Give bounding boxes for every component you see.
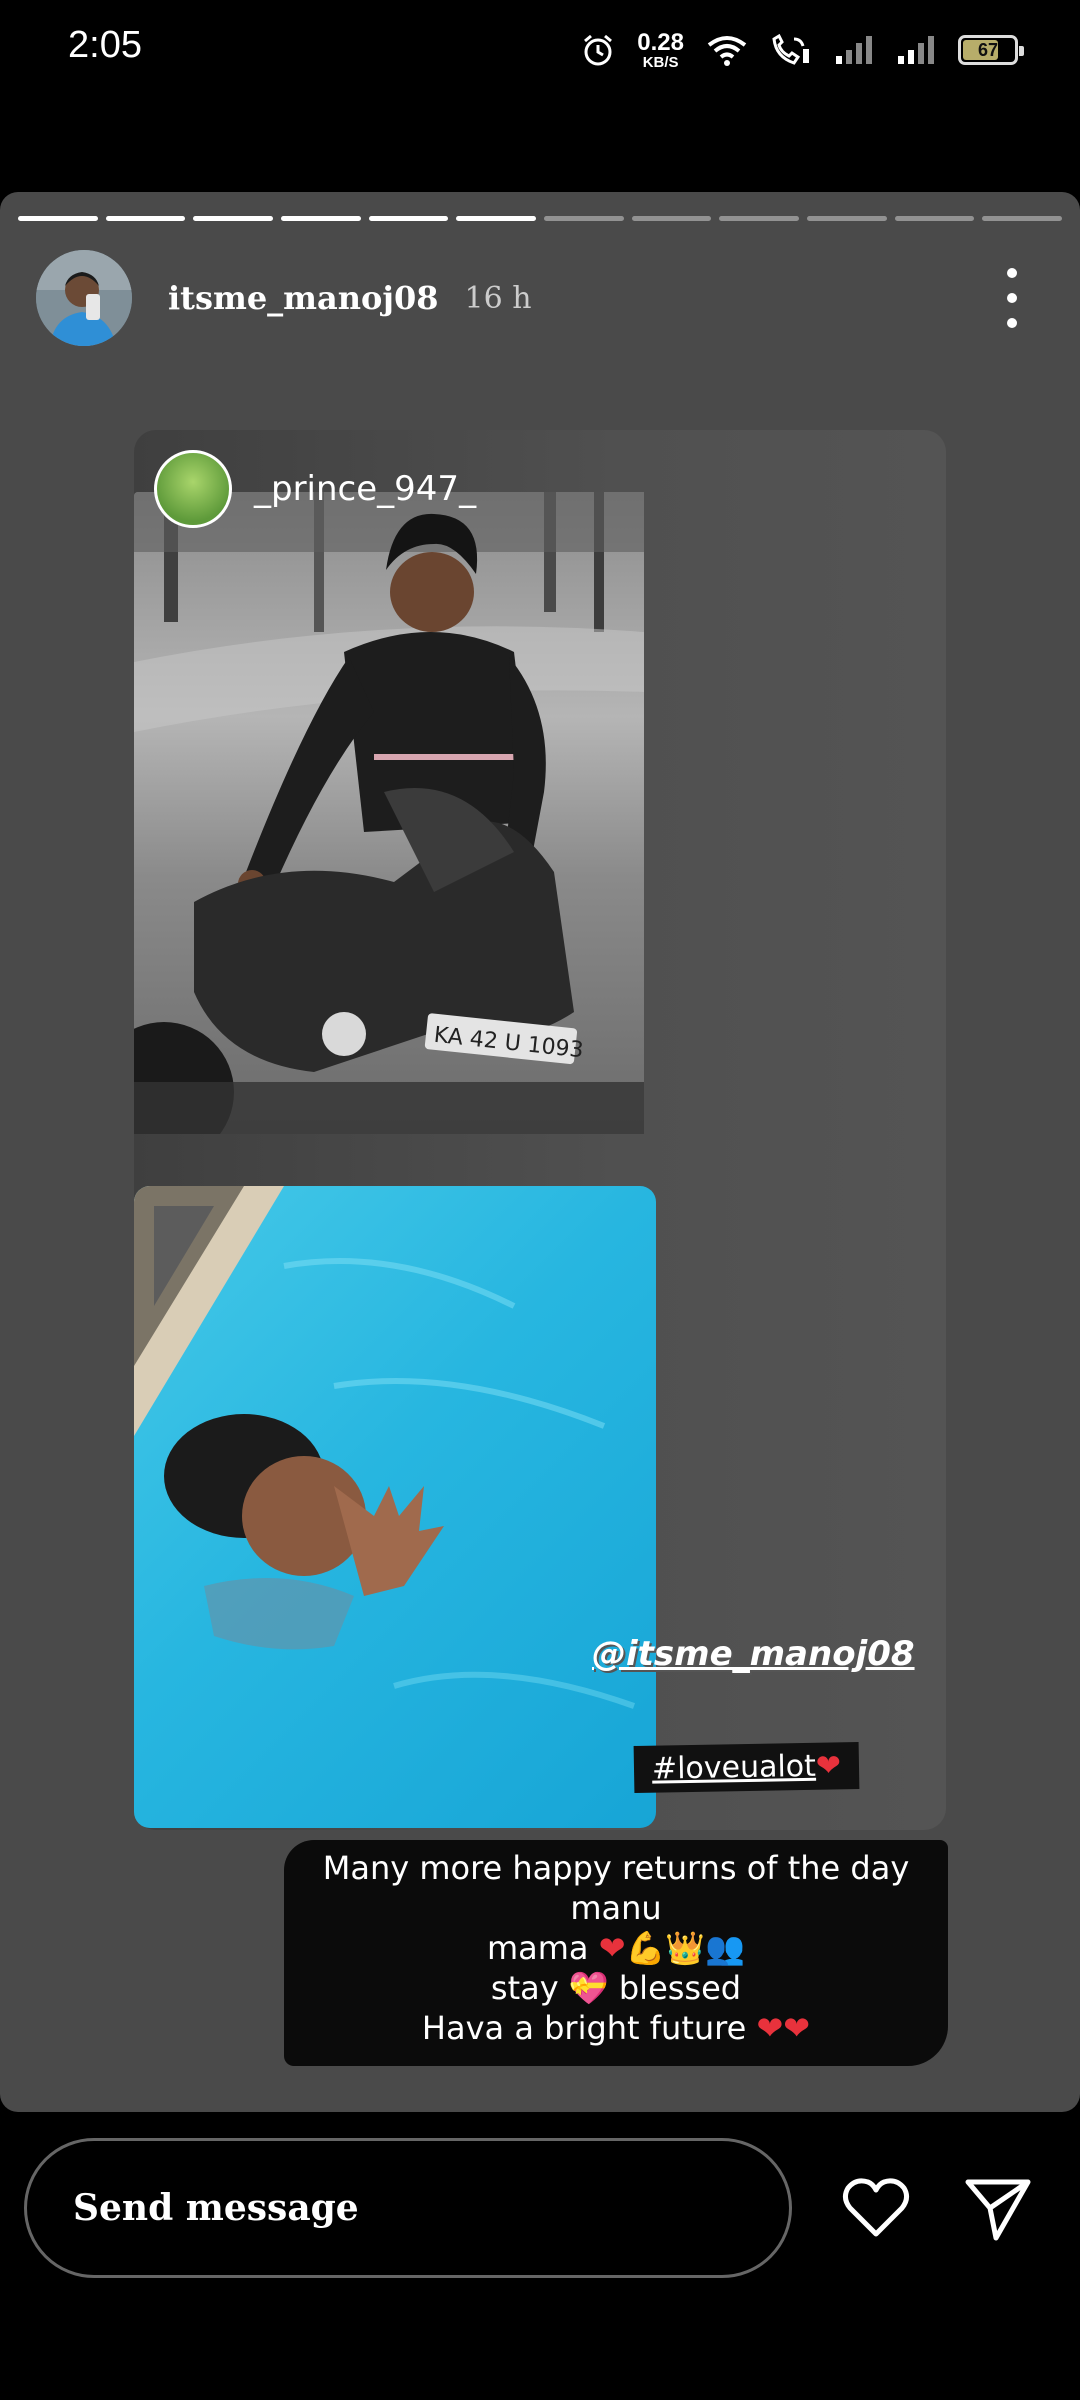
- people-emoji: 👥: [705, 1929, 746, 1967]
- dot: [1007, 268, 1017, 278]
- red-heart-emoji: ❤❤: [756, 2009, 811, 2047]
- progress-segment: [281, 216, 361, 221]
- caption-line-3: stay 💝 blessed: [294, 1968, 938, 2008]
- battery-icon: 67: [958, 35, 1024, 65]
- crown-emoji: 👑: [665, 1929, 706, 1967]
- story-progress: [18, 216, 1063, 221]
- post-photo-pool: [134, 1186, 656, 1828]
- post-photo-bike: KA 42 U 1093: [134, 492, 644, 1134]
- story-header: itsme_manoj08 16 h: [36, 248, 1044, 348]
- dot: [1007, 293, 1017, 303]
- progress-segment: [982, 216, 1063, 221]
- progress-segment: [105, 216, 186, 221]
- caption-line-4: Hava a bright future ❤❤: [294, 2008, 938, 2048]
- story-caption: Many more happy returns of the day manu …: [284, 1840, 948, 2066]
- progress-segment: [368, 216, 449, 221]
- caption-line-3a: stay: [490, 1969, 559, 2007]
- story-mention-sticker[interactable]: @itsme_manoj08: [592, 1634, 915, 1674]
- progress-segment: [631, 216, 712, 221]
- avatar[interactable]: [36, 250, 132, 346]
- status-bar: 2:05 0.28 KB/S 67: [0, 0, 1080, 96]
- dot: [1007, 318, 1017, 328]
- post-author-name: _prince_947_: [254, 469, 477, 509]
- signal-icon: [836, 36, 872, 64]
- status-icons: 0.28 KB/S 67: [581, 24, 1024, 76]
- more-options-button[interactable]: [992, 268, 1032, 328]
- progress-segment: [894, 216, 975, 221]
- battery-level: 67: [977, 39, 999, 60]
- post-author-avatar: [154, 450, 232, 528]
- network-speed: 0.28 KB/S: [637, 28, 684, 71]
- red-heart-emoji: ❤: [815, 1748, 842, 1784]
- network-speed-unit: KB/S: [642, 53, 679, 71]
- hashtag-text: #loveualot: [651, 1748, 817, 1787]
- red-heart-emoji: ❤: [598, 1929, 626, 1967]
- send-message-input[interactable]: Send message: [24, 2138, 792, 2278]
- progress-segment: [807, 216, 887, 221]
- progress-segment: [456, 216, 537, 221]
- wifi-icon: [707, 36, 747, 66]
- progress-segment: [719, 216, 800, 221]
- status-time: 2:05: [68, 24, 142, 66]
- progress-segment: [544, 216, 624, 221]
- shared-post[interactable]: _prince_947_ KA 42 U 1093: [134, 430, 946, 1830]
- caption-line-2-text: mama: [486, 1929, 589, 1967]
- send-message-placeholder: Send message: [73, 2187, 359, 2229]
- story-timestamp: 16 h: [464, 280, 532, 316]
- progress-segment: [18, 216, 98, 221]
- story-username[interactable]: itsme_manoj08: [168, 279, 438, 317]
- progress-segment: [193, 216, 274, 221]
- caption-line-3b: blessed: [618, 1969, 742, 2007]
- flexed-biceps-emoji: 💪: [625, 1929, 666, 1967]
- hashtag-sticker[interactable]: #loveualot❤: [633, 1742, 860, 1793]
- story-viewer[interactable]: itsme_manoj08 16 h _prince_947_ KA 42 U …: [0, 192, 1080, 2112]
- signal-icon: [898, 36, 934, 64]
- wifi-calling-icon: [772, 33, 809, 65]
- caption-line-4-text: Hava a bright future: [421, 2009, 747, 2047]
- network-speed-value: 0.28: [637, 28, 684, 56]
- heart-icon[interactable]: [840, 2172, 912, 2244]
- caption-line-1: Many more happy returns of the day manu: [322, 1849, 910, 1927]
- alarm-icon: [584, 34, 613, 66]
- caption-line-2: mama ❤💪👑👥: [294, 1928, 938, 1968]
- heart-with-ribbon-emoji: 💝: [568, 1969, 609, 2007]
- send-icon[interactable]: [962, 2172, 1034, 2244]
- shared-post-author[interactable]: _prince_947_: [154, 450, 476, 528]
